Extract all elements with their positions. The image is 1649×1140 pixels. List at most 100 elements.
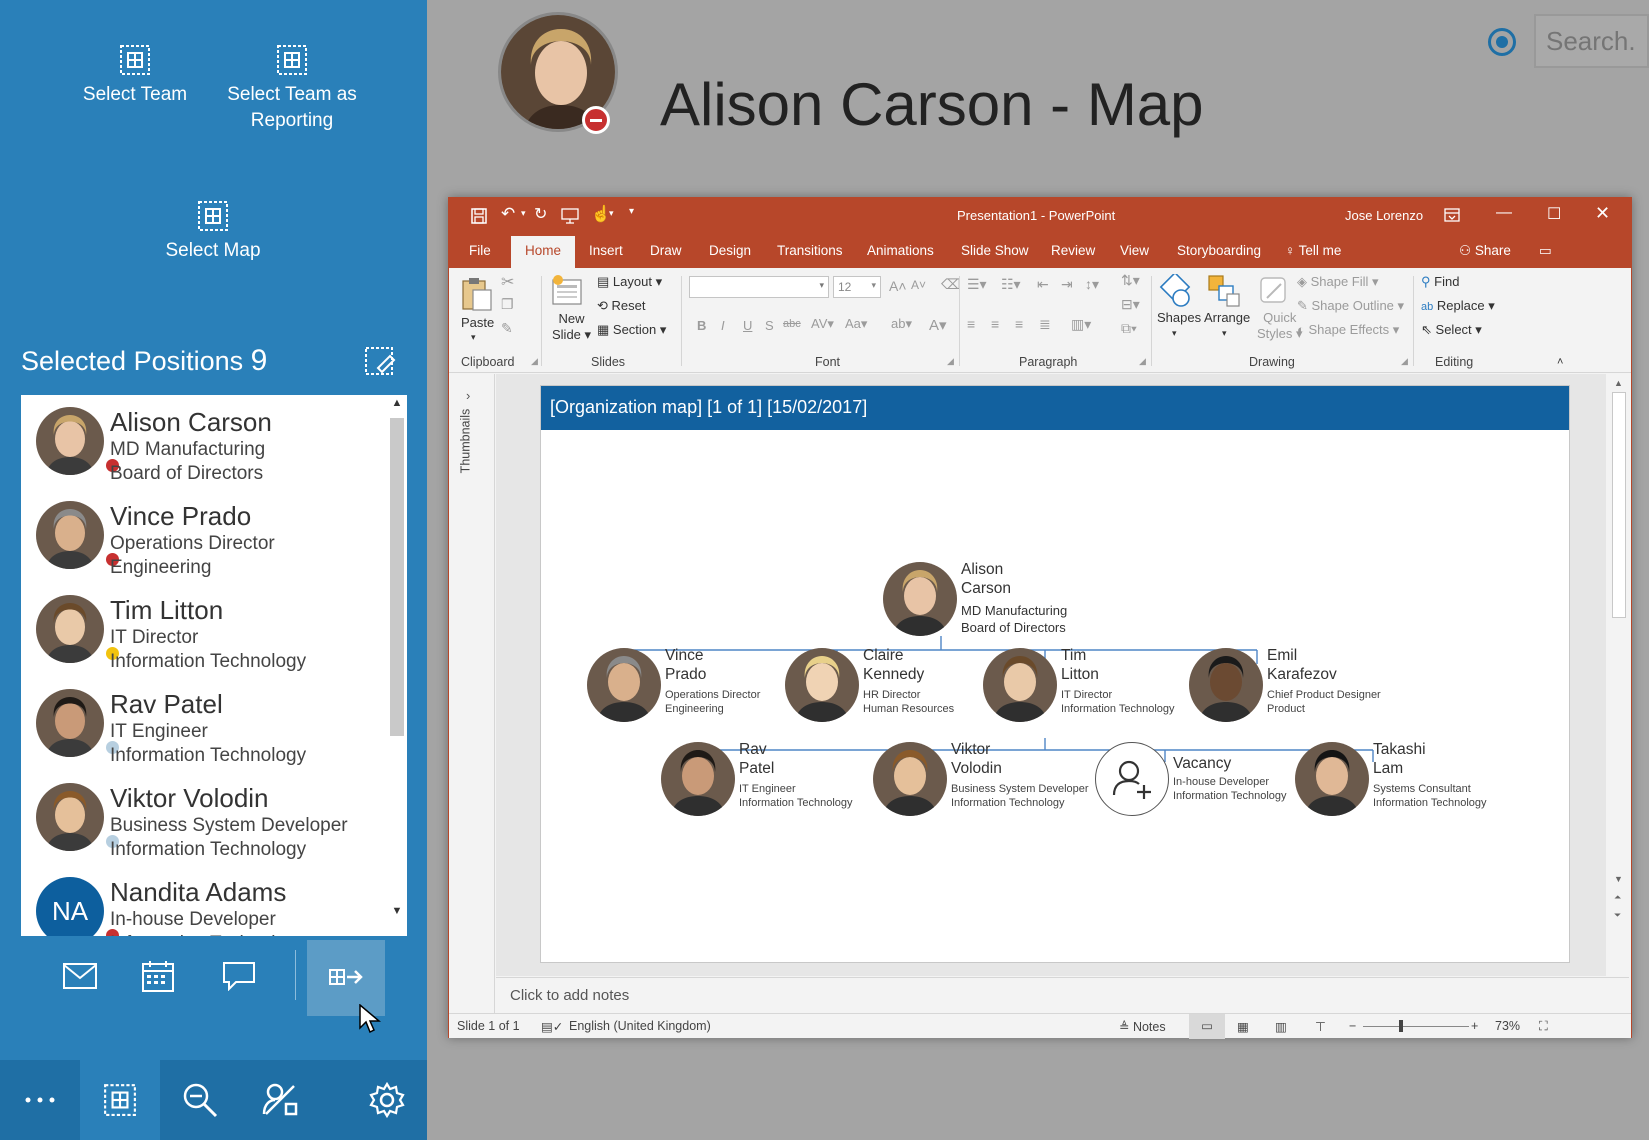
paste-button[interactable]: Paste bbox=[461, 315, 494, 330]
shadow-icon[interactable]: S bbox=[765, 318, 774, 333]
layout-button[interactable]: ▤ Layout ▾ bbox=[597, 274, 662, 290]
shrink-font-icon[interactable]: A˅ bbox=[911, 278, 926, 292]
copy-icon[interactable]: ❐ bbox=[501, 296, 514, 313]
undo-icon[interactable]: ↶ bbox=[501, 204, 515, 224]
font-color-icon[interactable]: A▾ bbox=[929, 316, 947, 334]
scroll-up-icon[interactable]: ▲ bbox=[390, 398, 404, 409]
touch-dropdown-icon[interactable]: ▾ bbox=[609, 208, 614, 219]
increase-indent-icon[interactable]: ⇥ bbox=[1061, 276, 1073, 293]
bold-icon[interactable]: B bbox=[697, 318, 706, 333]
zoom-in-icon[interactable]: + bbox=[1471, 1019, 1478, 1033]
shape-outline-button[interactable]: ✎ Shape Outline ▾ bbox=[1297, 298, 1404, 314]
touch-mode-icon[interactable]: ☝ bbox=[591, 204, 611, 224]
previous-slide-icon[interactable]: ⏶ bbox=[1614, 892, 1621, 903]
edit-selection-icon[interactable] bbox=[364, 346, 396, 378]
format-painter-icon[interactable]: ✎ bbox=[501, 320, 513, 337]
reading-view-icon[interactable]: ▥ bbox=[1275, 1019, 1287, 1034]
clear-formatting-icon[interactable]: ⌫ bbox=[941, 276, 961, 293]
grow-font-icon[interactable]: A˄ bbox=[889, 278, 907, 294]
change-case-icon[interactable]: Aa▾ bbox=[845, 316, 867, 332]
strikethrough-icon[interactable]: abc bbox=[783, 318, 801, 330]
positions-scroll-thumb[interactable] bbox=[390, 418, 404, 736]
slide-scroll-thumb[interactable] bbox=[1612, 392, 1626, 618]
columns-icon[interactable]: ▥▾ bbox=[1071, 316, 1091, 333]
select-map-button[interactable]: Select Map bbox=[148, 200, 278, 264]
positions-list[interactable]: Alison Carson MD Manufacturing Board of Di… bbox=[21, 395, 407, 936]
cut-icon[interactable]: ✂ bbox=[501, 272, 514, 292]
minimize-icon[interactable]: — bbox=[1496, 204, 1512, 222]
section-button[interactable]: ▦ Section ▾ bbox=[597, 322, 666, 338]
start-from-beginning-icon[interactable] bbox=[561, 208, 579, 224]
mail-button[interactable] bbox=[50, 946, 110, 1006]
settings-button[interactable] bbox=[347, 1060, 427, 1140]
spell-check-icon[interactable]: ▤✓ bbox=[541, 1019, 563, 1034]
paragraph-launcher-icon[interactable]: ◢ bbox=[1139, 356, 1146, 367]
more-button[interactable] bbox=[0, 1060, 80, 1140]
position-list-item[interactable]: Tim Litton IT Director Information Technol… bbox=[21, 583, 381, 677]
notes-pane[interactable]: Click to add notes bbox=[496, 977, 1629, 1013]
slide-canvas[interactable]: [Organization map] [1 of 1] [15/02/2017]… bbox=[540, 385, 1570, 963]
justify-icon[interactable]: ≣ bbox=[1039, 316, 1051, 333]
decrease-indent-icon[interactable]: ⇤ bbox=[1037, 276, 1049, 293]
chat-button[interactable] bbox=[209, 946, 269, 1006]
thumbnails-pane[interactable]: › Thumbnails bbox=[449, 374, 495, 1014]
tab-file[interactable]: File bbox=[469, 243, 491, 258]
clipboard-launcher-icon[interactable]: ◢ bbox=[531, 356, 538, 367]
numbering-icon[interactable]: ☷▾ bbox=[1001, 276, 1021, 293]
zoom-out-icon[interactable]: − bbox=[1349, 1019, 1356, 1033]
tab-review[interactable]: Review bbox=[1051, 243, 1095, 258]
tab-view[interactable]: View bbox=[1120, 243, 1149, 258]
scroll-up-icon[interactable]: ▲ bbox=[1614, 378, 1623, 388]
new-slide-button[interactable]: New Slide ▾ bbox=[552, 311, 591, 343]
underline-icon[interactable]: U bbox=[743, 318, 752, 333]
tab-design[interactable]: Design bbox=[709, 243, 751, 258]
align-center-icon[interactable]: ≡ bbox=[991, 316, 999, 332]
character-spacing-icon[interactable]: AV▾ bbox=[811, 316, 834, 332]
font-launcher-icon[interactable]: ◢ bbox=[947, 356, 954, 367]
next-slide-icon[interactable]: ⏷ bbox=[1614, 910, 1621, 921]
line-spacing-icon[interactable]: ↕▾ bbox=[1085, 276, 1099, 293]
select-team-reporting-button[interactable]: Select Team as Reporting bbox=[222, 44, 362, 134]
redo-icon[interactable]: ↻ bbox=[534, 204, 547, 224]
zoom-out-button[interactable] bbox=[160, 1060, 240, 1140]
new-slide-icon[interactable] bbox=[551, 274, 583, 308]
position-list-item[interactable]: Vince Prado Operations Director Engineerin… bbox=[21, 489, 381, 583]
font-size-combo[interactable]: 12 ▾ bbox=[833, 276, 881, 298]
smartart-icon[interactable]: ⧉▾ bbox=[1121, 320, 1137, 337]
scope-radio[interactable] bbox=[1488, 28, 1516, 56]
shape-fill-button[interactable]: ◈ Shape Fill ▾ bbox=[1297, 274, 1379, 290]
maximize-icon[interactable]: ☐ bbox=[1547, 204, 1561, 224]
undo-dropdown-icon[interactable]: ▾ bbox=[521, 208, 526, 219]
slide-sorter-icon[interactable]: ▦ bbox=[1237, 1019, 1249, 1034]
highlight-icon[interactable]: ab▾ bbox=[891, 316, 912, 332]
slideshow-icon[interactable]: ⊤ bbox=[1315, 1019, 1326, 1034]
zoom-slider-thumb[interactable] bbox=[1399, 1020, 1403, 1032]
normal-view-icon[interactable]: ▭ bbox=[1189, 1014, 1225, 1039]
position-list-item[interactable]: Viktor Volodin Business System Developer I… bbox=[21, 771, 381, 865]
notes-toggle[interactable]: ≜ Notes bbox=[1119, 1019, 1166, 1034]
arrange-icon[interactable] bbox=[1207, 274, 1241, 308]
italic-icon[interactable]: I bbox=[721, 318, 725, 333]
tab-slide-show[interactable]: Slide Show bbox=[961, 243, 1029, 258]
zoom-slider[interactable] bbox=[1363, 1026, 1469, 1027]
replace-button[interactable]: ab Replace ▾ bbox=[1421, 298, 1495, 314]
quick-styles-icon[interactable] bbox=[1257, 274, 1289, 308]
position-list-item[interactable]: Alison Carson MD Manufacturing Board of Di… bbox=[21, 395, 381, 489]
search-input[interactable] bbox=[1534, 14, 1649, 68]
position-search-button[interactable] bbox=[240, 1060, 320, 1140]
text-direction-icon[interactable]: ⇅▾ bbox=[1121, 272, 1140, 289]
select-team-button[interactable]: Select Team bbox=[70, 44, 200, 108]
share-button[interactable]: ⚇ Share bbox=[1459, 243, 1511, 259]
tab-home[interactable]: Home bbox=[511, 236, 576, 268]
paste-icon[interactable] bbox=[461, 276, 493, 312]
language-indicator[interactable]: English (United Kingdom) bbox=[569, 1019, 711, 1033]
tab-storyboarding[interactable]: Storyboarding bbox=[1177, 243, 1261, 258]
scroll-down-icon[interactable]: ▼ bbox=[390, 906, 404, 917]
drawing-launcher-icon[interactable]: ◢ bbox=[1401, 356, 1408, 367]
expand-thumbnails-icon[interactable]: › bbox=[466, 388, 470, 403]
tell-me-search[interactable]: ♀ Tell me bbox=[1285, 243, 1341, 258]
fit-slide-icon[interactable]: ⛶ bbox=[1539, 1019, 1548, 1034]
tab-draw[interactable]: Draw bbox=[650, 243, 682, 258]
position-list-item[interactable]: NA Nandita AdamsIn-house Developer Informa… bbox=[21, 865, 381, 936]
shapes-dropdown-icon[interactable]: ▾ bbox=[1172, 328, 1177, 339]
